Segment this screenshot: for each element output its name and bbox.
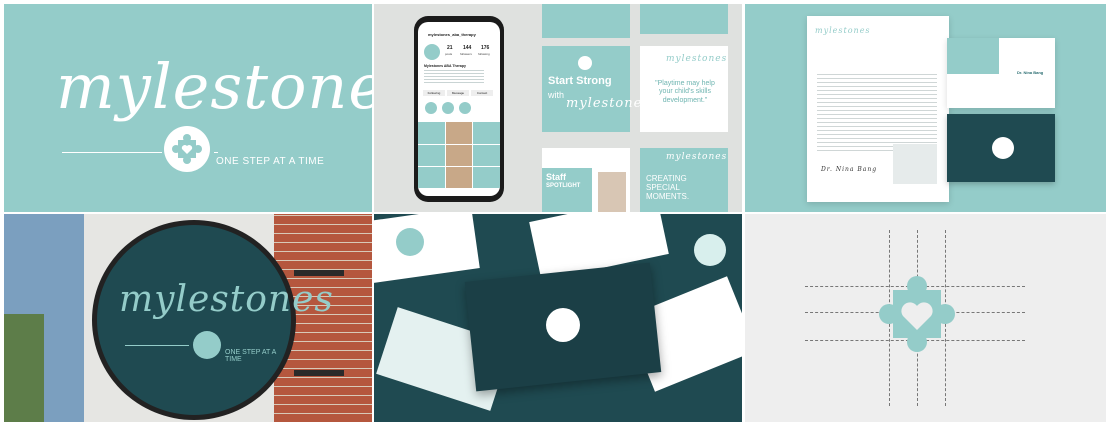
post-special-moments: mylestones CREATING SPECIAL MOMENTS.	[640, 148, 728, 212]
staff-photo	[598, 172, 626, 212]
sign-bracket-top	[294, 270, 344, 276]
spotlight-text: SPOTLIGHT	[546, 183, 581, 189]
ig-highlight-3	[459, 102, 471, 114]
playtime-quote: "Playtime may help your child's skills d…	[655, 80, 715, 104]
ig-posts-count: 21	[447, 45, 453, 51]
post-staff-spotlight: Staff SPOTLIGHT	[542, 148, 630, 212]
post-top-right	[640, 4, 728, 34]
round-sign: mylestones ONE STEP AT A TIME	[92, 220, 333, 420]
divider-line-right	[214, 152, 218, 153]
ig-display-name: Mylestones ABA Therapy	[424, 64, 466, 68]
sign-tagline: ONE STEP AT A TIME	[225, 349, 276, 363]
ig-handle: mylestones_aba_therapy	[428, 32, 476, 37]
ig-grid-row-gap	[418, 144, 500, 145]
ig-highlight-2	[442, 102, 454, 114]
ig-grid	[418, 122, 500, 188]
post-start-strong: Start Strong with mylestones	[542, 46, 649, 132]
post-top-left	[542, 4, 630, 38]
ig-highlight-1	[425, 102, 437, 114]
scattered-card-1	[374, 214, 480, 284]
letterhead: mylestones Dr. Nina Bang	[807, 16, 949, 202]
card-front-puzzle	[947, 38, 999, 74]
playtime-wordmark: mylestones	[666, 54, 728, 64]
divider-line-left	[62, 152, 162, 153]
phone-mockup: mylestones_aba_therapy 21 posts 144 foll…	[414, 16, 504, 202]
logo-tile: mylestones ONE STEP AT A TIME	[4, 4, 372, 212]
tagline: ONE STEP AT A TIME	[216, 156, 325, 167]
center-card-logo	[546, 308, 580, 342]
business-card-back	[947, 114, 1055, 182]
brand-showcase-grid: mylestones ONE STEP AT A TIME mylestones…	[0, 0, 1110, 422]
stationery-tile: mylestones Dr. Nina Bang Dr. Nina Bang	[745, 4, 1106, 212]
creating-text: CREATING	[646, 174, 687, 183]
construction-tile	[745, 214, 1106, 422]
business-card-front: Dr. Nina Bang	[947, 38, 1055, 108]
sign-divider	[125, 345, 189, 346]
letterhead-wordmark: mylestones	[815, 26, 871, 35]
moments-wordmark: mylestones	[666, 152, 728, 162]
sign-logo-circle	[193, 331, 221, 359]
puzzle-heart-icon	[172, 134, 202, 164]
start-strong-wordmark: mylestones	[566, 96, 650, 111]
ig-contact-button[interactable]: Contact	[471, 90, 493, 96]
business-cards-tile	[374, 214, 742, 422]
sign-wordmark: mylestones	[119, 279, 334, 320]
special-text: SPECIAL	[646, 183, 680, 192]
phone-screen: mylestones_aba_therapy 21 posts 144 foll…	[418, 22, 500, 196]
letterhead-puzzle-watermark	[893, 144, 937, 184]
card-doctor-name: Dr. Nina Bang	[1017, 70, 1044, 75]
moments-text: MOMENTS.	[646, 192, 690, 201]
ig-posts-label: posts	[445, 52, 453, 56]
with-text: with	[548, 90, 565, 100]
start-strong-text: Start Strong	[548, 75, 612, 87]
social-media-tile: mylestones_aba_therapy 21 posts 144 foll…	[374, 4, 742, 212]
sign-bracket-bottom	[294, 370, 344, 376]
ig-avatar	[424, 44, 440, 60]
letterhead-signature: Dr. Nina Bang	[821, 166, 878, 173]
ig-message-button[interactable]: Message	[447, 90, 469, 96]
wordmark: mylestones	[56, 50, 372, 123]
ig-followers-label: followers	[460, 52, 472, 56]
card-back-logo-circle	[992, 137, 1014, 159]
logo-circle	[164, 126, 210, 172]
ig-following-button[interactable]: Following	[423, 90, 445, 96]
puzzle-heart-construction-icon	[879, 276, 955, 352]
post-playtime: mylestones "Playtime may help your child…	[640, 46, 728, 132]
signage-tile: mylestones ONE STEP AT A TIME	[4, 214, 372, 422]
ig-grid-row-gap-2	[418, 166, 500, 167]
tree-foliage	[4, 314, 44, 422]
ig-following-count: 176	[481, 45, 490, 51]
ig-following-label: following	[478, 52, 490, 56]
card-right-logo	[694, 234, 726, 266]
letterhead-body	[817, 74, 937, 154]
staff-text: Staff	[546, 172, 566, 182]
ig-followers-count: 144	[463, 45, 472, 51]
ig-bio-lines	[424, 70, 484, 84]
card-1-logo	[396, 228, 424, 256]
puzzle-icon	[578, 56, 592, 70]
